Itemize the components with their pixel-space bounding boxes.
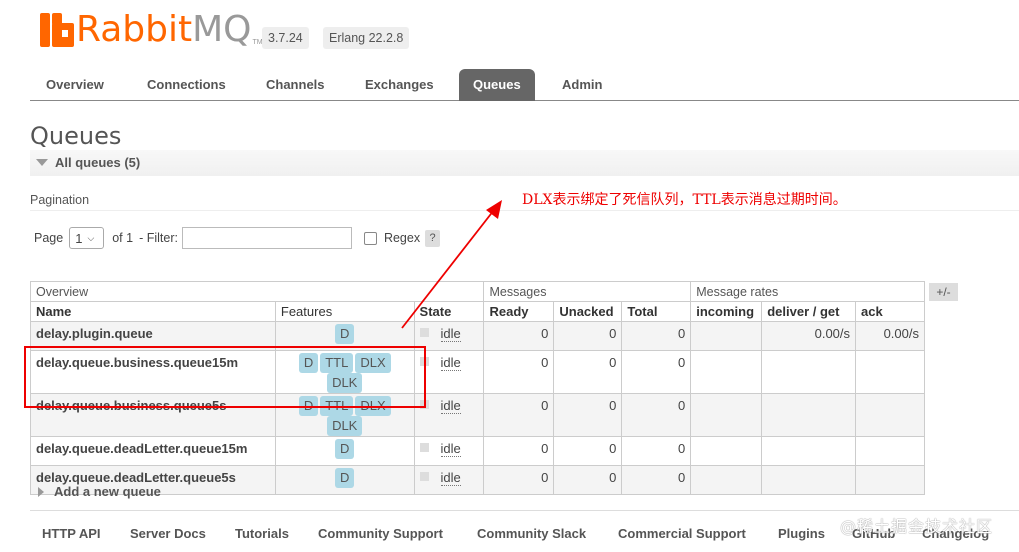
expand-triangle-icon (38, 486, 44, 497)
footer-link-server-docs[interactable]: Server Docs (130, 526, 206, 541)
watermark: @稀土掘金技术社区 (840, 517, 994, 536)
add-new-queue-toggle[interactable]: Add a new queue (38, 484, 161, 499)
footer-link-community-support[interactable]: Community Support (318, 526, 443, 541)
add-queue-label: Add a new queue (54, 484, 161, 499)
footer-link-community-slack[interactable]: Community Slack (477, 526, 586, 541)
annotation-text: DLX表示绑定了死信队列，TTL表示消息过期时间。 (522, 192, 847, 208)
footer-link-plugins[interactable]: Plugins (778, 526, 825, 541)
footer-link-http-api[interactable]: HTTP API (42, 526, 101, 541)
footer-link-tutorials[interactable]: Tutorials (235, 526, 289, 541)
footer-link-commercial-support[interactable]: Commercial Support (618, 526, 746, 541)
annotation-arrow (401, 200, 502, 329)
